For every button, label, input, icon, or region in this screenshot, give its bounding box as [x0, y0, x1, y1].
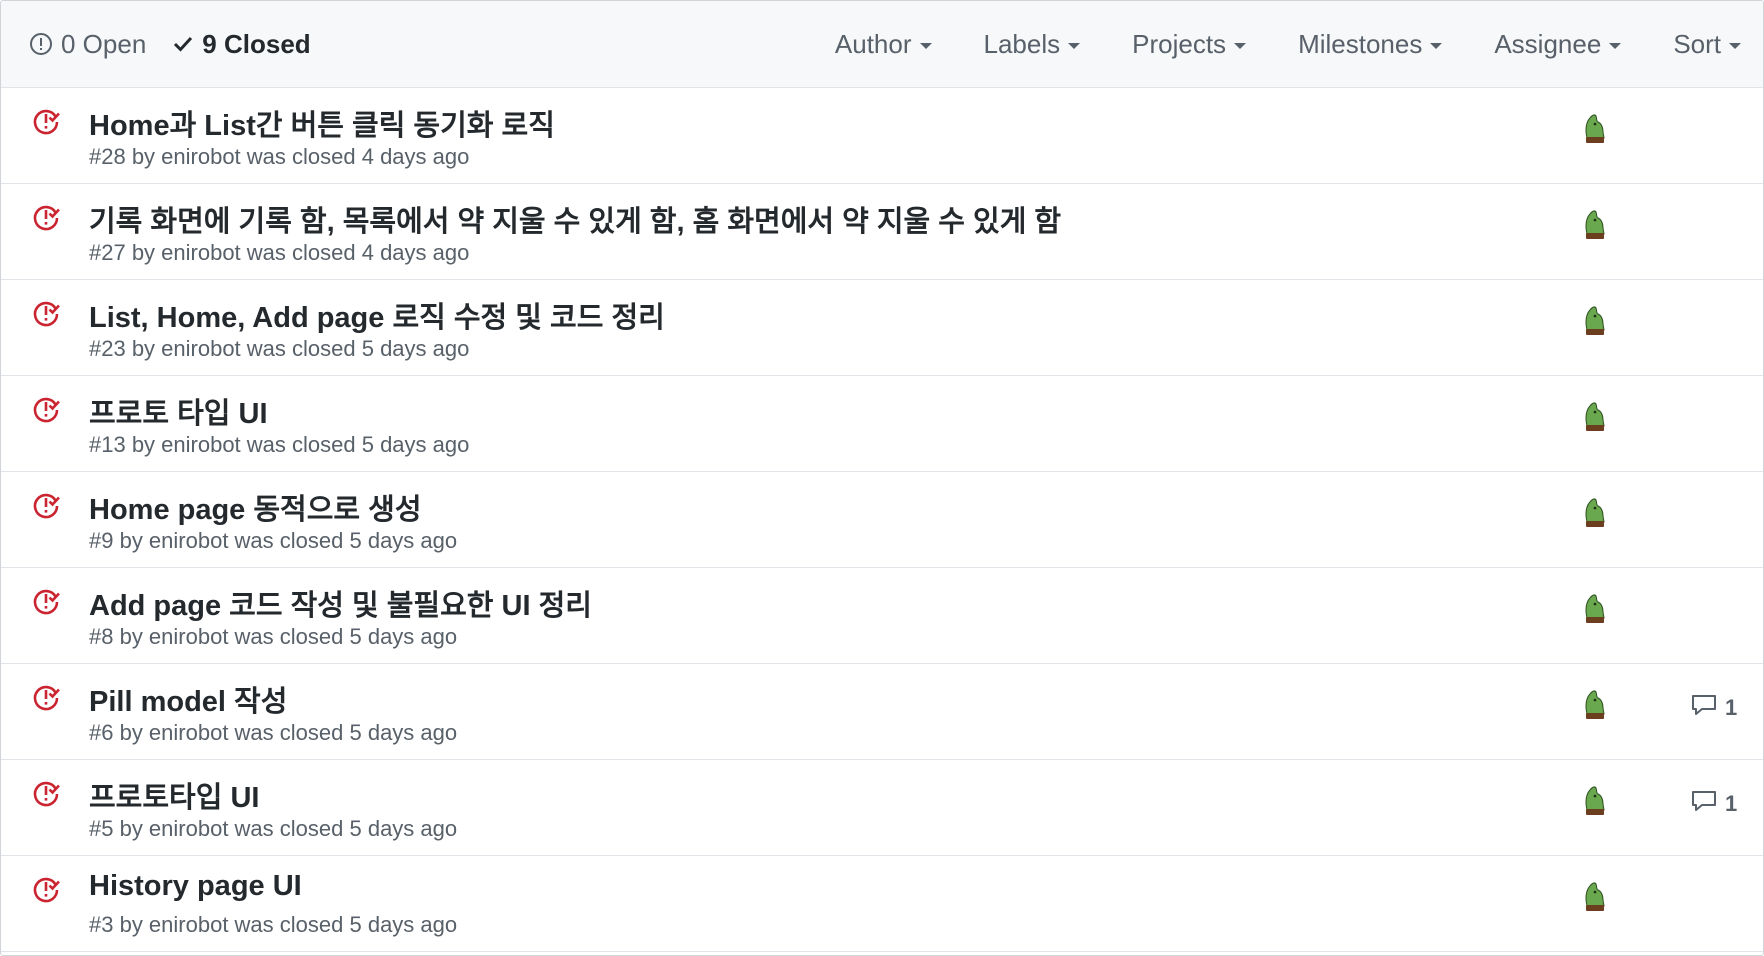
issue-title-link[interactable]: Add page 코드 작성 및 불필요한 UI 정리 [89, 582, 592, 624]
closed-issues-link[interactable]: 9 Closed [172, 28, 311, 60]
issue-closed-icon [31, 587, 61, 617]
assignee-avatar[interactable] [1581, 784, 1609, 818]
projects-filter-label: Projects [1132, 28, 1227, 59]
issue-row[interactable]: Pill model 작성 #6 by enirobot was closed … [1, 664, 1763, 760]
comment-count: 1 [1725, 791, 1738, 816]
assignee-filter-label: Assignee [1494, 28, 1602, 59]
issue-opened-icon [29, 32, 53, 56]
issue-meta: #23 by enirobot was closed 5 days ago [89, 336, 470, 361]
comment-count: 1 [1725, 695, 1738, 720]
comment-icon [1691, 694, 1717, 722]
assignee-avatar[interactable] [1581, 688, 1609, 722]
milestones-filter-label: Milestones [1298, 28, 1423, 59]
issue-meta: #5 by enirobot was closed 5 days ago [89, 816, 458, 841]
assignee-filter[interactable]: Assignee [1494, 28, 1622, 60]
issue-list: Home과 List간 버튼 클릭 동기화 로직 #28 by enirobot… [1, 88, 1763, 952]
issue-title-link[interactable]: 프로토 타입 UI [89, 390, 268, 432]
assignee-avatar[interactable] [1581, 592, 1609, 626]
issue-title-link[interactable]: Pill model 작성 [89, 678, 287, 720]
issue-closed-icon [31, 299, 61, 329]
issue-closed-icon [31, 203, 61, 233]
issue-closed-icon [31, 875, 61, 905]
assignee-avatar[interactable] [1581, 496, 1609, 530]
issue-closed-icon [31, 395, 61, 425]
issue-title-link[interactable]: 프로토타입 UI [89, 774, 259, 816]
filter-bar: Author Labels Projects Milestones Assign… [783, 1, 1741, 87]
issue-row[interactable]: History page UI #3 by enirobot was close… [1, 856, 1763, 952]
issue-row[interactable]: 프로토 타입 UI #13 by enirobot was closed 5 d… [1, 376, 1763, 472]
comments-link[interactable]: 1 [1691, 790, 1737, 818]
issue-closed-icon [31, 683, 61, 713]
comments-link[interactable]: 1 [1691, 694, 1737, 722]
issue-closed-icon [31, 779, 61, 809]
issue-title-link[interactable]: List, Home, Add page 로직 수정 및 코드 정리 [89, 294, 665, 336]
issue-title-link[interactable]: 기록 화면에 기록 함, 목록에서 약 지울 수 있게 함, 홈 화면에서 약 … [89, 198, 1061, 240]
caret-down-icon [1234, 42, 1247, 49]
sort-filter-label: Sort [1673, 28, 1721, 59]
open-issues-link[interactable]: 0 Open [29, 29, 146, 60]
issue-meta: #3 by enirobot was closed 5 days ago [89, 912, 458, 937]
comment-icon [1691, 790, 1717, 818]
projects-filter[interactable]: Projects [1132, 28, 1247, 60]
issue-title-link[interactable]: Home과 List간 버튼 클릭 동기화 로직 [89, 102, 555, 144]
state-toggle: 0 Open 9 Closed [29, 29, 311, 60]
assignee-avatar[interactable] [1581, 880, 1609, 914]
issue-row[interactable]: List, Home, Add page 로직 수정 및 코드 정리 #23 b… [1, 280, 1763, 376]
closed-issues-label: 9 Closed [202, 28, 311, 59]
author-filter-label: Author [834, 28, 912, 59]
labels-filter[interactable]: Labels [984, 29, 1081, 60]
issue-row[interactable]: Home과 List간 버튼 클릭 동기화 로직 #28 by enirobot… [1, 88, 1763, 184]
assignee-avatar[interactable] [1581, 304, 1609, 338]
issue-meta: #27 by enirobot was closed 4 days ago [89, 240, 470, 265]
assignee-avatar[interactable] [1581, 112, 1609, 146]
issue-row[interactable]: Home page 동적으로 생성 #9 by enirobot was clo… [1, 472, 1763, 568]
issue-closed-icon [31, 107, 61, 137]
issue-row[interactable]: 프로토타입 UI #5 by enirobot was closed 5 day… [1, 760, 1763, 856]
milestones-filter[interactable]: Milestones [1298, 28, 1443, 60]
issues-header: 0 Open 9 Closed Author Labels Projects M… [1, 1, 1763, 88]
issue-closed-icon [31, 491, 61, 521]
author-filter[interactable]: Author [835, 29, 932, 60]
issue-row[interactable]: 기록 화면에 기록 함, 목록에서 약 지울 수 있게 함, 홈 화면에서 약 … [1, 184, 1763, 280]
assignee-avatar[interactable] [1581, 400, 1609, 434]
check-icon [172, 33, 194, 55]
caret-down-icon [1729, 42, 1741, 49]
assignee-avatar[interactable] [1581, 208, 1609, 242]
caret-down-icon [1609, 42, 1622, 49]
issue-meta: #6 by enirobot was closed 5 days ago [89, 720, 458, 745]
issues-box: 0 Open 9 Closed Author Labels Projects M… [0, 0, 1764, 956]
caret-down-icon [919, 42, 932, 49]
issue-meta: #8 by enirobot was closed 5 days ago [89, 624, 458, 649]
open-issues-label: 0 Open [61, 28, 147, 59]
sort-filter[interactable]: Sort [1673, 29, 1741, 60]
issue-meta: #13 by enirobot was closed 5 days ago [89, 432, 470, 457]
issue-title-link[interactable]: History page UI [89, 870, 302, 903]
issue-meta: #28 by enirobot was closed 4 days ago [89, 144, 470, 169]
caret-down-icon [1430, 42, 1443, 49]
issue-row[interactable]: Add page 코드 작성 및 불필요한 UI 정리 #8 by enirob… [1, 568, 1763, 664]
caret-down-icon [1068, 42, 1081, 49]
issue-title-link[interactable]: Home page 동적으로 생성 [89, 486, 422, 528]
issue-meta: #9 by enirobot was closed 5 days ago [89, 528, 458, 553]
labels-filter-label: Labels [983, 28, 1061, 59]
